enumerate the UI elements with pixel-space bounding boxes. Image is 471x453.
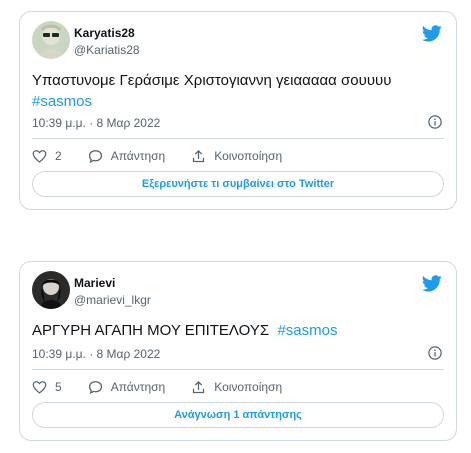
- info-icon[interactable]: [428, 115, 442, 129]
- share-label: Κοινοποίηση: [214, 149, 283, 163]
- timestamp[interactable]: 10:39 μ.μ. · 8 Μαρ 2022: [32, 116, 160, 130]
- avatar[interactable]: [32, 21, 70, 59]
- speech-bubble-icon: [88, 381, 102, 394]
- tweet-card: Marievi @marievi_lkgr ΑΡΓΥΡΗ ΑΓΑΠΗ ΜΟΥ Ε…: [19, 261, 457, 441]
- user-handle[interactable]: @Kariatis28: [74, 43, 140, 57]
- heart-icon: [32, 150, 47, 163]
- like-button[interactable]: 2: [32, 149, 62, 163]
- avatar[interactable]: [32, 271, 70, 309]
- tweet-text: Υπαστυνομε Γεράσιμε Χριστογιαννη γειαααα…: [32, 70, 442, 112]
- divider: [32, 369, 444, 370]
- timestamp[interactable]: 10:39 μ.μ. · 8 Μαρ 2022: [32, 347, 160, 361]
- tweet-text: ΑΡΓΥΡΗ ΑΓΑΠΗ ΜΟΥ ΕΠΙΤΕΛΟΥΣ #sasmos: [32, 320, 442, 341]
- hashtag-link[interactable]: #sasmos: [277, 322, 337, 339]
- share-arrow-icon: [193, 380, 205, 393]
- tweet-card: Karyatis28 @Kariatis28 Υπαστυνομε Γεράσι…: [19, 11, 457, 210]
- user-handle[interactable]: @marievi_lkgr: [74, 293, 151, 307]
- read-replies-button[interactable]: Ανάγνωση 1 απάντησης: [32, 402, 444, 428]
- like-button[interactable]: 5: [32, 380, 62, 394]
- like-count: 5: [55, 380, 62, 394]
- twitter-bird-icon[interactable]: [422, 275, 442, 292]
- tweet-body: ΑΡΓΥΡΗ ΑΓΑΠΗ ΜΟΥ ΕΠΙΤΕΛΟΥΣ: [32, 322, 270, 339]
- reply-button[interactable]: Απάντηση: [88, 149, 166, 163]
- tweet-body: Υπαστυνομε Γεράσιμε Χριστογιαννη γειαααα…: [32, 72, 392, 89]
- like-count: 2: [55, 149, 62, 163]
- reply-button[interactable]: Απάντηση: [88, 380, 166, 394]
- explore-twitter-button[interactable]: Εξερευνήστε τι συμβαίνει στο Twitter: [32, 171, 444, 197]
- heart-icon: [32, 381, 47, 394]
- share-arrow-icon: [193, 149, 205, 162]
- reply-label: Απάντηση: [110, 149, 166, 163]
- share-label: Κοινοποίηση: [214, 380, 283, 394]
- display-name[interactable]: Marievi: [74, 276, 115, 290]
- share-button[interactable]: Κοινοποίηση: [191, 380, 282, 395]
- display-name[interactable]: Karyatis28: [74, 26, 135, 40]
- info-icon[interactable]: [428, 346, 442, 360]
- share-button[interactable]: Κοινοποίηση: [191, 149, 282, 164]
- speech-bubble-icon: [88, 150, 102, 163]
- twitter-bird-icon[interactable]: [422, 25, 442, 42]
- divider: [32, 138, 444, 139]
- reply-label: Απάντηση: [110, 380, 166, 394]
- action-bar: 5 Απάντηση Κοινοποίηση: [32, 378, 308, 396]
- action-bar: 2 Απάντηση Κοινοποίηση: [32, 147, 308, 165]
- hashtag-link[interactable]: #sasmos: [32, 93, 92, 110]
